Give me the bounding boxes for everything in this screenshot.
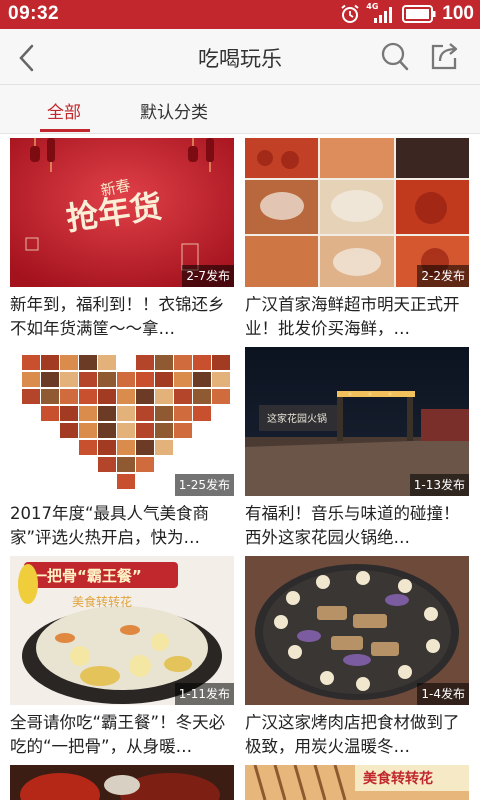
search-icon[interactable] xyxy=(380,41,410,73)
publish-date-badge: 1-4发布 xyxy=(417,683,469,705)
article-title: 广汉首家海鲜超市明天正式开业！批发价买海鲜，… xyxy=(245,295,460,338)
status-icons: 4G 100 xyxy=(340,2,474,25)
article-thumbnail: 新春 抢年货 2-7发布 xyxy=(10,138,234,287)
banner-main-text: 一把骨“霸王餐” xyxy=(32,567,142,585)
alarm-icon xyxy=(341,4,359,23)
active-tab-indicator xyxy=(40,129,90,132)
banner-main-text: 美食转转花 xyxy=(363,770,433,787)
article-title: 广汉这家烤肉店把食材做到了极致，用炭火温暖冬… xyxy=(245,713,460,756)
article-title: 有福利！音乐与味道的碰撞！西外这家花园火锅绝… xyxy=(245,504,460,547)
status-time: 09:32 xyxy=(8,3,60,24)
article-title: 2017年度“最具人气美食商家”评选火热开启，快为… xyxy=(10,504,210,547)
article-thumbnail: 1-4发布 xyxy=(245,556,469,705)
article-thumbnail: 2-2发布 xyxy=(245,138,469,287)
article-thumbnail: 一把骨“霸王餐” 美食转转花 1-11发布 xyxy=(10,556,234,705)
article-thumbnail: 这家花园火锅 1-13发布 xyxy=(245,347,469,496)
article-thumbnail: 1-25发布 xyxy=(10,347,234,496)
article-thumbnail: 美食转转花 xyxy=(245,765,469,800)
banner-small-text: 美食转转花 xyxy=(72,594,132,609)
category-tabs: 全部 默认分类 xyxy=(0,85,480,134)
publish-date-badge: 1-25发布 xyxy=(174,474,234,496)
top-nav-bar: 吃喝玩乐 xyxy=(0,29,480,85)
article-title: 全哥请你吃“霸王餐”！冬天必吃的“一把骨”，从身暖… xyxy=(10,713,226,756)
battery-icon xyxy=(402,5,436,23)
signal-icon: 4G xyxy=(366,2,396,24)
article-thumbnail xyxy=(10,765,234,800)
restaurant-sign-text: 这家花园火锅 xyxy=(267,412,327,425)
share-icon[interactable] xyxy=(428,41,460,73)
tab-all[interactable]: 全部 xyxy=(47,98,81,123)
publish-date-badge: 1-13发布 xyxy=(409,474,469,496)
article-title: 新年到，福利到！！衣锦还乡不如年货满筐～～拿… xyxy=(10,295,225,338)
tab-default-category[interactable]: 默认分类 xyxy=(140,98,208,123)
battery-level: 100 xyxy=(442,3,474,24)
publish-date-badge: 1-11发布 xyxy=(174,683,234,705)
status-bar: 09:32 4G 100 xyxy=(0,0,480,29)
publish-date-badge: 2-7发布 xyxy=(182,265,234,287)
publish-date-badge: 2-2发布 xyxy=(417,265,469,287)
